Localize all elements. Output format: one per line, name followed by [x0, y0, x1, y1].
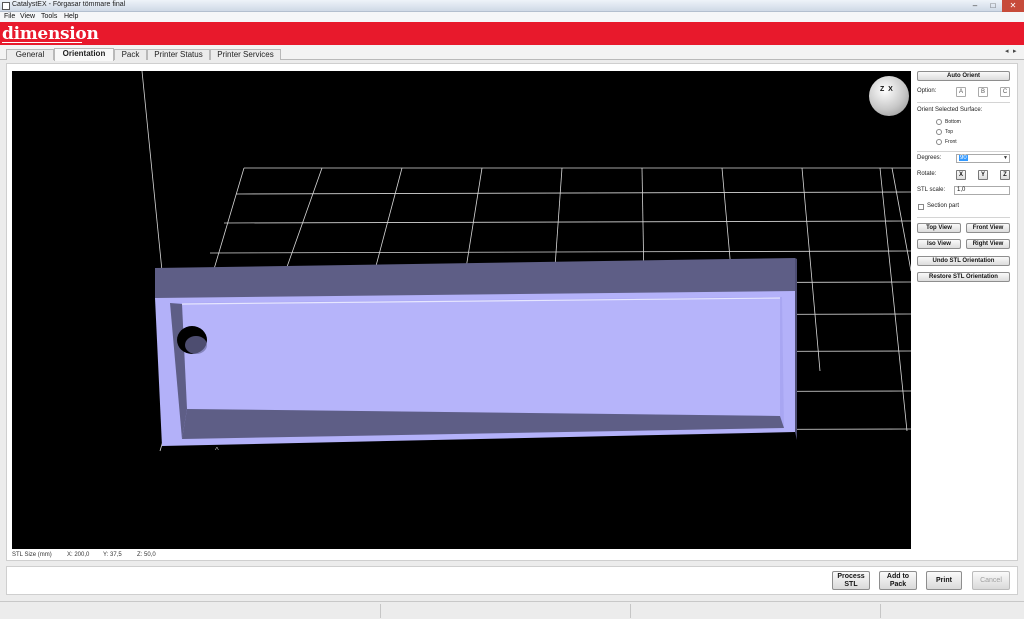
- viewport-scene: ^: [141, 71, 911, 455]
- degrees-value: 90: [959, 155, 968, 161]
- panel-separator: [917, 102, 1010, 103]
- radio-bottom[interactable]: [936, 119, 942, 125]
- minimize-button[interactable]: –: [966, 0, 984, 12]
- iso-view-button[interactable]: Iso View: [917, 239, 961, 249]
- undo-stl-orientation-button[interactable]: Undo STL Orientation: [917, 256, 1010, 266]
- option-c-button[interactable]: C: [1000, 87, 1010, 97]
- part-right-side: [795, 258, 797, 440]
- cancel-button[interactable]: Cancel: [972, 571, 1010, 590]
- radio-front[interactable]: [936, 139, 942, 145]
- radio-top[interactable]: [936, 129, 942, 135]
- panel-separator: [917, 151, 1010, 152]
- part-pocket-face: [182, 298, 780, 416]
- radio-bottom-label: Bottom: [945, 119, 961, 125]
- radio-front-label: Front: [945, 139, 957, 145]
- stl-size-x: X: 200,0: [67, 552, 90, 558]
- tab-scroll-right-icon[interactable]: ▸: [1013, 47, 1017, 55]
- tab-orientation[interactable]: Orientation: [54, 48, 114, 61]
- add-to-pack-button[interactable]: Add to Pack: [879, 571, 917, 590]
- auto-orient-button[interactable]: Auto Orient: [917, 71, 1010, 81]
- part-hole-inner: [185, 336, 207, 354]
- stl-scale-label: STL scale:: [917, 187, 946, 193]
- front-view-button[interactable]: Front View: [966, 223, 1010, 233]
- brand-bar: dimension: [0, 22, 1024, 45]
- maximize-button[interactable]: □: [984, 0, 1002, 12]
- window-title: CatalystEX - Förgasar tömmare final: [12, 1, 126, 8]
- top-view-button[interactable]: Top View: [917, 223, 961, 233]
- status-divider: [380, 604, 381, 618]
- footer-bar: Process STL Add to Pack Print Cancel: [6, 566, 1018, 595]
- menu-help[interactable]: Help: [64, 13, 78, 20]
- right-view-button[interactable]: Right View: [966, 239, 1010, 249]
- origin-marker: ^: [215, 446, 219, 455]
- orient-surface-label: Orient Selected Surface:: [917, 107, 983, 113]
- tab-pack[interactable]: Pack: [114, 49, 147, 60]
- panel-separator: [917, 217, 1010, 218]
- brand-underline: [2, 42, 82, 43]
- menu-view[interactable]: View: [20, 13, 35, 20]
- tab-scroll-left-icon[interactable]: ◂: [1005, 47, 1009, 55]
- rotate-x-button[interactable]: X: [956, 170, 966, 180]
- radio-top-label: Top: [945, 129, 954, 135]
- restore-stl-orientation-button[interactable]: Restore STL Orientation: [917, 272, 1010, 282]
- rotate-label: Rotate:: [917, 171, 937, 177]
- section-part-label: Section part: [927, 203, 960, 209]
- brand-logo: dimension: [2, 24, 99, 44]
- stl-size-y: Y: 37,5: [103, 552, 122, 558]
- option-a-button[interactable]: A: [956, 87, 966, 97]
- stl-scale-input[interactable]: 1,0: [954, 186, 1010, 195]
- chevron-down-icon: ▼: [1003, 155, 1008, 161]
- tab-strip: General Orientation Pack Printer Status …: [0, 45, 1024, 61]
- menu-file[interactable]: File: [4, 13, 15, 20]
- degrees-select[interactable]: 90 ▼: [956, 154, 1010, 163]
- model-viewport[interactable]: ^ Z X: [12, 71, 911, 549]
- print-button[interactable]: Print: [926, 571, 962, 590]
- title-bar: CatalystEX - Förgasar tömmare final – □ …: [0, 0, 1024, 12]
- rotate-z-button[interactable]: Z: [1000, 170, 1010, 180]
- tab-printer-status[interactable]: Printer Status: [147, 49, 210, 60]
- app-icon: [2, 2, 10, 10]
- process-stl-button[interactable]: Process STL: [832, 571, 870, 590]
- rotate-y-button[interactable]: Y: [978, 170, 988, 180]
- status-divider: [880, 604, 881, 618]
- degrees-label: Degrees:: [917, 155, 942, 161]
- option-label: Option:: [917, 88, 937, 94]
- status-bar: [0, 601, 1024, 619]
- section-part-checkbox[interactable]: [918, 204, 924, 210]
- close-button[interactable]: ✕: [1002, 0, 1024, 12]
- orientation-panel: Auto Orient Option: A B C Orient Selecte…: [913, 66, 1015, 549]
- status-divider: [630, 604, 631, 618]
- stl-size-label: STL Size (mm): [12, 552, 52, 558]
- option-b-button[interactable]: B: [978, 87, 988, 97]
- menu-bar: File View Tools Help: [0, 12, 1024, 22]
- axis-indicator-icon: Z X: [880, 86, 893, 93]
- orientation-cube[interactable]: Z X: [869, 76, 909, 116]
- tab-printer-services[interactable]: Printer Services: [210, 49, 281, 60]
- tab-general[interactable]: General: [6, 49, 54, 60]
- part-back-wall: [155, 258, 795, 298]
- stl-size-z: Z: 50,0: [137, 552, 156, 558]
- menu-tools[interactable]: Tools: [41, 13, 57, 20]
